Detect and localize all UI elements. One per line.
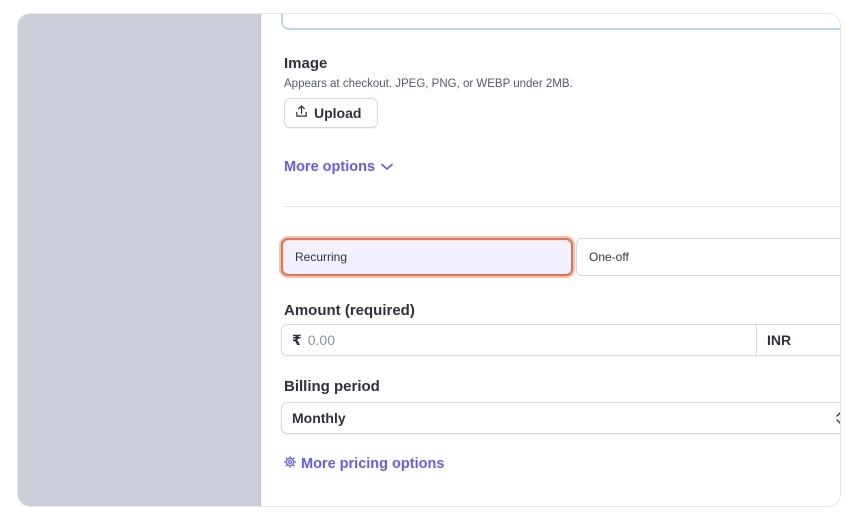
backdrop-overlay[interactable] — [18, 14, 260, 506]
upload-icon — [295, 105, 308, 121]
more-pricing-options-label: More pricing options — [301, 456, 445, 472]
currency-value: INR — [767, 332, 792, 348]
billing-period-value: Monthly — [292, 410, 346, 426]
price-type-one-off[interactable]: One-off — [576, 238, 840, 276]
section-divider — [284, 206, 840, 207]
more-pricing-options-link[interactable]: More pricing options — [283, 455, 445, 472]
amount-label: Amount (required) — [284, 302, 415, 319]
currency-symbol: ₹ — [292, 331, 302, 348]
billing-period-label: Billing period — [284, 378, 380, 395]
description-input-focused[interactable] — [281, 14, 840, 30]
chevron-updown-icon — [836, 411, 840, 428]
more-options-link[interactable]: More options — [284, 159, 393, 175]
more-options-label: More options — [284, 159, 376, 175]
amount-placeholder: 0.00 — [307, 332, 335, 348]
billing-period-select[interactable]: Monthly — [281, 402, 840, 434]
product-form-panel: Image Appears at checkout. JPEG, PNG, or… — [261, 14, 840, 506]
image-label: Image — [284, 55, 328, 72]
amount-input[interactable]: ₹ 0.00 INR — [281, 324, 840, 356]
chevron-down-icon — [381, 159, 393, 175]
image-hint: Appears at checkout. JPEG, PNG, or WEBP … — [284, 78, 573, 90]
price-type-recurring[interactable]: Recurring — [281, 238, 573, 276]
upload-label: Upload — [314, 105, 362, 121]
gear-icon — [283, 455, 297, 472]
upload-button[interactable]: Upload — [284, 98, 378, 128]
currency-select[interactable]: INR — [756, 325, 840, 355]
app-frame: Image Appears at checkout. JPEG, PNG, or… — [18, 14, 840, 506]
